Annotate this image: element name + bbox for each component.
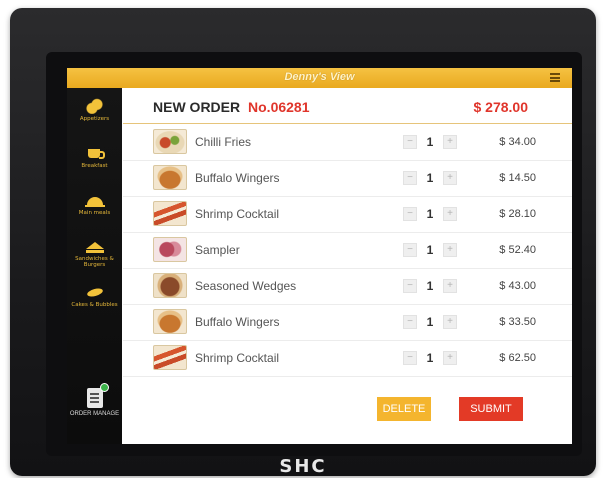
quantity-stepper: − 1 +: [403, 351, 463, 367]
submit-button[interactable]: SUBMIT: [459, 397, 523, 421]
food-thumbnail: [153, 165, 187, 190]
app-screen: Denny's View Appetizers Breakfast Main m…: [67, 68, 572, 444]
sandwich-icon: [85, 238, 105, 254]
decrease-qty-button[interactable]: −: [403, 243, 417, 257]
sidebar-item-main-meals[interactable]: Main meals: [67, 192, 122, 238]
sidebar-item-appetizers[interactable]: Appetizers: [67, 98, 122, 144]
quantity-value: 1: [426, 279, 434, 293]
top-bar: Denny's View: [67, 68, 572, 88]
quantity-stepper: − 1 +: [403, 243, 463, 259]
sidebar-item-label: Cakes & Bubbles: [71, 302, 118, 308]
food-thumbnail: [153, 129, 187, 154]
order-header: NEW ORDER No.06281 $ 278.00: [123, 88, 572, 124]
sidebar-item-label: Sandwiches & Burgers: [75, 256, 114, 268]
order-items-list: Chilli Fries − 1 + $ 34.00 Buffalo Winge…: [123, 125, 572, 377]
item-price: $ 14.50: [499, 172, 536, 184]
order-number: No.06281: [248, 99, 310, 115]
new-order-label: NEW ORDER: [153, 99, 241, 115]
increase-qty-button[interactable]: +: [443, 171, 457, 185]
category-sidebar: Appetizers Breakfast Main meals Sandwich…: [67, 88, 122, 444]
order-total: $ 278.00: [473, 99, 529, 115]
order-manage-label: ORDER MANAGE: [69, 411, 120, 417]
decrease-qty-button[interactable]: −: [403, 135, 417, 149]
order-manage-button[interactable]: ORDER MANAGE: [67, 383, 122, 418]
item-price: $ 43.00: [499, 280, 536, 292]
increase-qty-button[interactable]: +: [443, 279, 457, 293]
quantity-stepper: − 1 +: [403, 315, 463, 331]
increase-qty-button[interactable]: +: [443, 351, 457, 365]
quantity-stepper: − 1 +: [403, 207, 463, 223]
quantity-value: 1: [426, 351, 434, 365]
item-name: Buffalo Wingers: [195, 171, 280, 185]
item-price: $ 62.50: [499, 352, 536, 364]
sidebar-item-cakes[interactable]: Cakes & Bubbles: [67, 284, 122, 330]
order-item-row: Seasoned Wedges − 1 + $ 43.00: [123, 269, 572, 305]
increase-qty-button[interactable]: +: [443, 135, 457, 149]
item-name: Chilli Fries: [195, 135, 252, 149]
hamburger-menu-icon[interactable]: [550, 73, 560, 82]
food-thumbnail: [153, 273, 187, 298]
cloche-icon: [84, 192, 105, 208]
item-name: Sampler: [195, 243, 240, 257]
item-name: Shrimp Cocktail: [195, 351, 280, 365]
item-price: $ 33.50: [499, 316, 536, 328]
notification-badge: [99, 383, 109, 392]
order-item-row: Buffalo Wingers − 1 + $ 33.50: [123, 305, 572, 341]
food-thumbnail: [153, 309, 187, 334]
food-thumbnail: [153, 237, 187, 262]
brand-logo: SHC: [279, 456, 327, 477]
order-item-row: Shrimp Cocktail − 1 + $ 28.10: [123, 197, 572, 233]
item-price: $ 52.40: [499, 244, 536, 256]
clipboard-icon: [86, 383, 109, 408]
quantity-stepper: − 1 +: [403, 279, 463, 295]
quantity-value: 1: [426, 243, 434, 257]
app-title: Denny's View: [284, 71, 355, 83]
delete-button[interactable]: DELETE: [377, 397, 431, 421]
shrimp-icon: [84, 98, 105, 114]
order-title: NEW ORDER No.06281: [153, 99, 310, 115]
food-thumbnail: [153, 201, 187, 226]
item-name: Buffalo Wingers: [195, 315, 280, 329]
item-price: $ 34.00: [499, 136, 536, 148]
quantity-value: 1: [426, 135, 434, 149]
sidebar-item-label: Breakfast: [81, 163, 108, 169]
order-item-row: Chilli Fries − 1 + $ 34.00: [123, 125, 572, 161]
order-item-row: Shrimp Cocktail − 1 + $ 62.50: [123, 341, 572, 377]
quantity-value: 1: [426, 315, 434, 329]
decrease-qty-button[interactable]: −: [403, 315, 417, 329]
quantity-stepper: − 1 +: [403, 171, 463, 187]
order-item-row: Buffalo Wingers − 1 + $ 14.50: [123, 161, 572, 197]
pos-terminal: SHC Denny's View Appetizers Breakfast Ma…: [10, 8, 596, 477]
decrease-qty-button[interactable]: −: [403, 351, 417, 365]
increase-qty-button[interactable]: +: [443, 243, 457, 257]
increase-qty-button[interactable]: +: [443, 207, 457, 221]
decrease-qty-button[interactable]: −: [403, 279, 417, 293]
quantity-value: 1: [426, 171, 434, 185]
sidebar-item-breakfast[interactable]: Breakfast: [67, 145, 122, 191]
pasta-icon: [85, 284, 105, 300]
quantity-stepper: − 1 +: [403, 135, 463, 151]
quantity-value: 1: [426, 207, 434, 221]
food-thumbnail: [153, 345, 187, 370]
item-price: $ 28.10: [499, 208, 536, 220]
sidebar-item-sandwiches[interactable]: Sandwiches & Burgers: [67, 238, 122, 284]
order-item-row: Sampler − 1 + $ 52.40: [123, 233, 572, 269]
item-name: Seasoned Wedges: [195, 279, 297, 293]
coffee-cup-icon: [85, 145, 105, 161]
item-name: Shrimp Cocktail: [195, 207, 280, 221]
sidebar-item-label: Appetizers: [79, 116, 110, 122]
sidebar-item-label: Main meals: [78, 210, 111, 216]
decrease-qty-button[interactable]: −: [403, 171, 417, 185]
increase-qty-button[interactable]: +: [443, 315, 457, 329]
decrease-qty-button[interactable]: −: [403, 207, 417, 221]
